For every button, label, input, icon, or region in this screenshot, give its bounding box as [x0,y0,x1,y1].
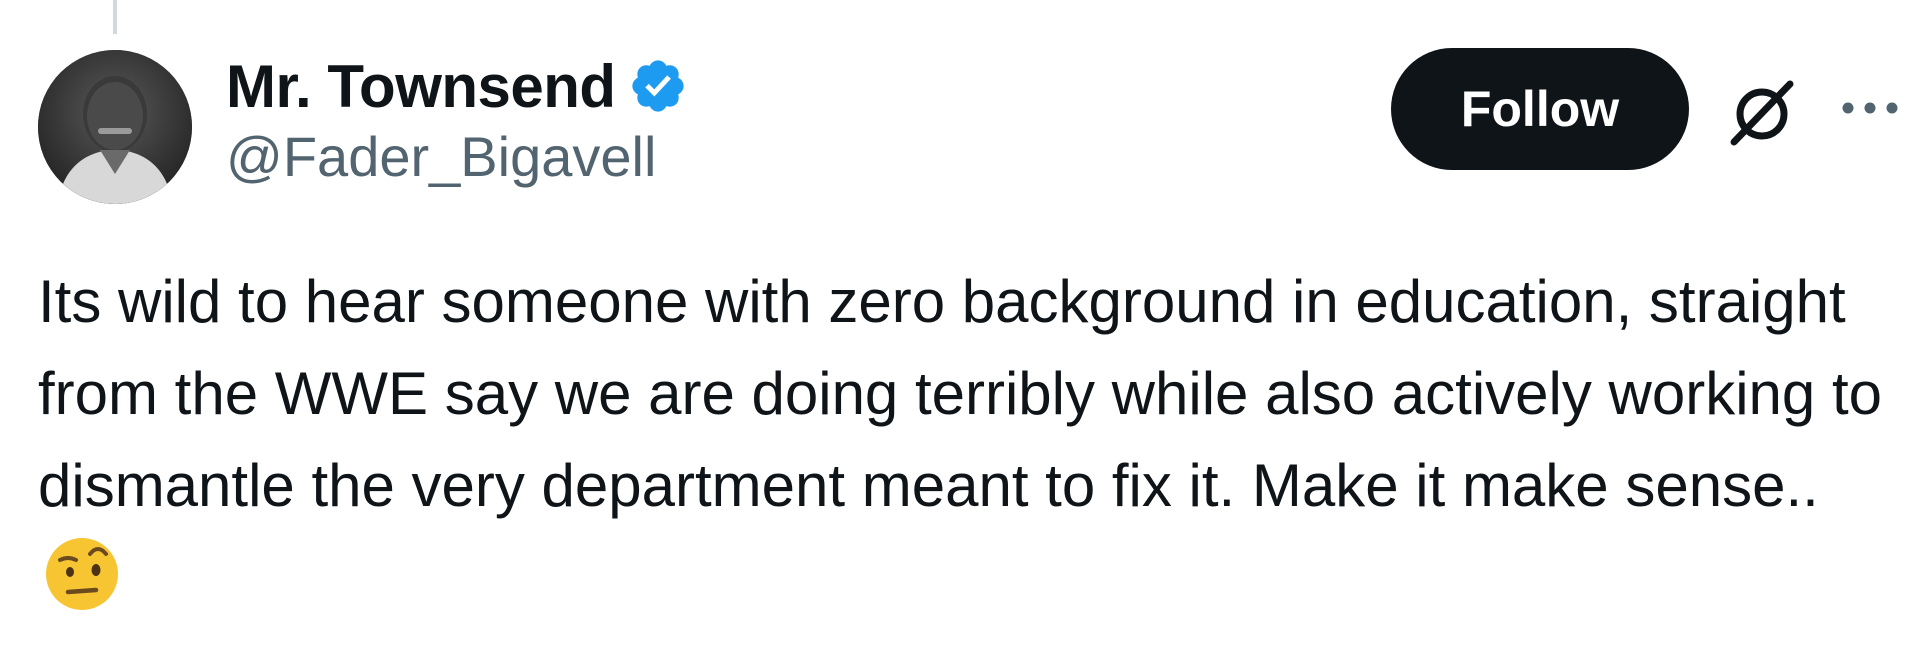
verified-badge-icon[interactable] [628,56,688,116]
tweet-text: Its wild to hear someone with zero backg… [38,256,1898,624]
face-with-raised-eyebrow-icon [40,532,124,616]
thread-line [113,0,117,34]
grok-icon[interactable] [1720,70,1804,154]
display-name[interactable]: Mr. Townsend [226,52,616,121]
more-icon[interactable] [1838,96,1902,120]
follow-button[interactable]: Follow [1391,48,1689,170]
user-info: Mr. Townsend @Fader_Bigavell [226,50,688,189]
tweet-body: Its wild to hear someone with zero backg… [38,268,1899,519]
name-row: Mr. Townsend [226,50,688,122]
avatar[interactable] [38,50,192,204]
handle[interactable]: @Fader_Bigavell [226,124,688,189]
